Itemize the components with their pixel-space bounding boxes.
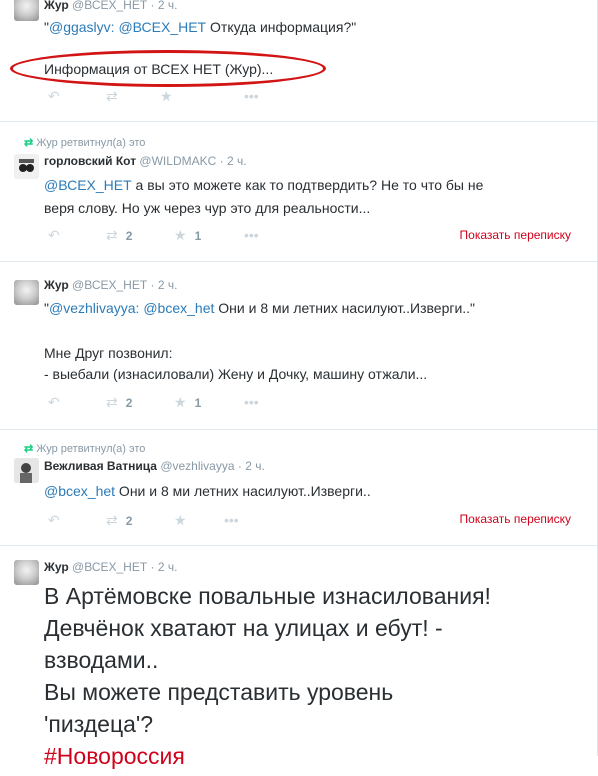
- user-screen-name[interactable]: @ВСЕХ_НЕТ: [72, 560, 147, 574]
- tweet-large-text-line: 'пиздеца'?: [44, 711, 154, 737]
- highlight-annotation: [10, 50, 326, 87]
- tweet-large-text-line: Вы можете представить уровень: [44, 679, 394, 705]
- avatar[interactable]: [14, 0, 39, 21]
- avatar[interactable]: [14, 280, 39, 305]
- retweet-context: ⇄ Жур ретвитнул(а) это: [24, 137, 146, 149]
- favorite-icon[interactable]: ★ 1: [174, 394, 201, 411]
- user-screen-name[interactable]: @ВСЕХ_НЕТ: [72, 278, 147, 292]
- tweet-time[interactable]: 2 ч.: [158, 560, 178, 574]
- more-icon[interactable]: •••: [244, 227, 259, 243]
- tweet-large-text-line: взводами..: [44, 647, 159, 673]
- tweet-large-text-line: В Артёмовске повальные изнасилования!: [44, 583, 491, 609]
- reply-icon[interactable]: ↶: [48, 394, 60, 411]
- user-screen-name[interactable]: @ВСЕХ_НЕТ: [72, 0, 147, 12]
- user-name[interactable]: горловский Кот: [44, 154, 136, 168]
- user-name[interactable]: Жур: [44, 278, 69, 292]
- avatar[interactable]: [14, 560, 39, 585]
- user-screen-name[interactable]: @WILDMAKC: [139, 154, 216, 168]
- timeline: Жур @ВСЕХ_НЕТ · 2 ч. "@ggaslyv: @ВСЕХ_НЕ…: [0, 0, 598, 769]
- cat-avatar-image: [14, 154, 39, 179]
- retweet-count: 2: [125, 229, 133, 243]
- tweet-header: Вежливая Ватница @vezhlivayya · 2 ч.: [44, 459, 265, 473]
- mention-link[interactable]: @ВСЕХ_НЕТ: [118, 19, 206, 35]
- reply-icon[interactable]: ↶: [48, 227, 60, 244]
- retweet-count: 2: [125, 514, 133, 528]
- tweet-header: Жур @ВСЕХ_НЕТ · 2 ч.: [44, 278, 178, 292]
- favorite-icon[interactable]: ★: [160, 88, 173, 105]
- favorite-count: 1: [194, 396, 202, 410]
- tweet-text-line: Мне Друг позвонил:: [44, 345, 173, 361]
- favorite-icon[interactable]: ★: [174, 512, 187, 529]
- more-icon[interactable]: •••: [224, 512, 239, 528]
- tweet-4[interactable]: ⇄ Жур ретвитнул(а) это Вежливая Ватница @…: [0, 430, 597, 546]
- tweet-text: @bcex_het Они и 8 ми летних насилуют..Из…: [44, 483, 371, 499]
- user-name[interactable]: Вежливая Ватница: [44, 459, 157, 473]
- tweet-time[interactable]: 2 ч.: [158, 0, 178, 12]
- tweet-text-line: - выебали (изнасиловали) Жену и Дочку, м…: [44, 366, 428, 382]
- hashtag-line: #Новороссия: [44, 740, 185, 772]
- retweet-small-icon: ⇄: [24, 443, 34, 455]
- favorite-count: 1: [194, 229, 202, 243]
- avatar[interactable]: [14, 458, 39, 483]
- more-icon[interactable]: •••: [244, 88, 259, 104]
- mention-link[interactable]: @bcex_het: [44, 483, 115, 499]
- reply-icon[interactable]: ↶: [48, 512, 60, 529]
- retweet-count: 2: [125, 396, 133, 410]
- tweet-text: @ВСЕХ_НЕТ а вы это можете как то подтвер…: [44, 177, 484, 193]
- mention-link[interactable]: @ggaslyv:: [49, 19, 115, 35]
- retweet-icon[interactable]: ⇄: [106, 88, 118, 105]
- tweet-header: Жур @ВСЕХ_НЕТ · 2 ч.: [44, 0, 178, 12]
- more-icon[interactable]: •••: [244, 394, 259, 410]
- tweet-text: "@vezhlivayya: @bcex_het Они и 8 ми летн…: [44, 300, 476, 316]
- retweet-context: ⇄ Жур ретвитнул(а) это: [24, 443, 146, 455]
- favorite-icon[interactable]: ★ 1: [174, 227, 201, 244]
- avatar[interactable]: [14, 154, 39, 179]
- tweet-text: "@ggaslyv: @ВСЕХ_НЕТ Откуда информация?": [44, 19, 357, 35]
- hashtag-link[interactable]: #Новороссия: [44, 743, 185, 769]
- show-conversation-link[interactable]: Показать переписку: [460, 512, 571, 526]
- tweet-header: горловский Кот @WILDMAKC · 2 ч.: [44, 154, 247, 168]
- mention-link[interactable]: @bcex_het: [143, 300, 214, 316]
- tweet-3[interactable]: Жур @ВСЕХ_НЕТ · 2 ч. "@vezhlivayya: @bce…: [0, 262, 597, 430]
- user-screen-name[interactable]: @vezhlivayya: [160, 459, 234, 473]
- user-avatar-image: [14, 458, 39, 483]
- retweet-small-icon: ⇄: [24, 137, 34, 149]
- tweet-time[interactable]: 2 ч.: [245, 459, 265, 473]
- user-name[interactable]: Жур: [44, 0, 69, 12]
- retweet-icon[interactable]: ⇄ 2: [106, 512, 132, 529]
- tweet-large-text-line: Девчёнок хватают на улицах и ебут! -: [44, 615, 443, 641]
- mention-link[interactable]: @vezhlivayya:: [49, 300, 139, 316]
- tweet-time[interactable]: 2 ч.: [158, 278, 178, 292]
- reply-icon[interactable]: ↶: [48, 88, 60, 105]
- tweet-2[interactable]: ⇄ Жур ретвитнул(а) это горловский Кот @WI…: [0, 122, 597, 262]
- tweet-time[interactable]: 2 ч.: [227, 154, 247, 168]
- retweet-icon[interactable]: ⇄ 2: [106, 394, 132, 411]
- show-conversation-link[interactable]: Показать переписку: [460, 228, 571, 242]
- retweet-icon[interactable]: ⇄ 2: [106, 227, 132, 244]
- tweet-text-line: веря слову. Но уж через чур это для реал…: [44, 200, 371, 216]
- tweet-5[interactable]: Жур @ВСЕХ_НЕТ · 2 ч. В Артёмовске поваль…: [0, 546, 597, 776]
- user-name[interactable]: Жур: [44, 560, 69, 574]
- mention-link[interactable]: @ВСЕХ_НЕТ: [44, 177, 132, 193]
- tweet-header: Жур @ВСЕХ_НЕТ · 2 ч.: [44, 560, 178, 574]
